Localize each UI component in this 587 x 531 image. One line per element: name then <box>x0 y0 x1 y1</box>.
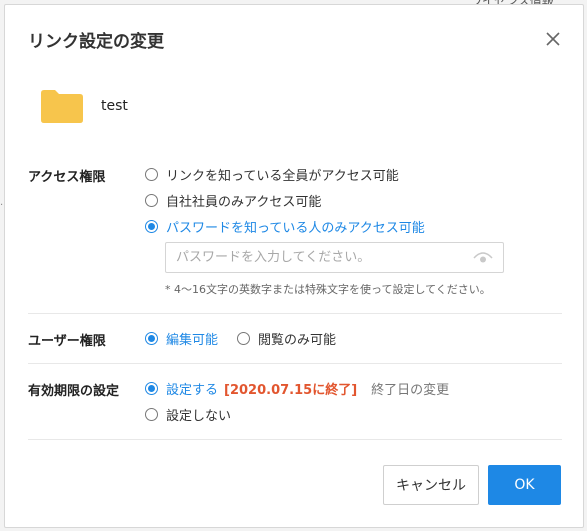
expiry-option-label: 設定しない <box>166 409 232 424</box>
user-option-edit[interactable]: 編集可能 <box>145 329 218 348</box>
access-option-company[interactable]: 自社社員のみアクセス可能 <box>145 191 321 210</box>
access-option-label: 自社社員のみアクセス可能 <box>166 195 322 210</box>
file-name: test <box>101 98 128 114</box>
password-input[interactable] <box>166 243 456 272</box>
radio-selected-icon[interactable] <box>145 332 158 345</box>
end-date: [2020.07.15に終了] <box>224 383 358 398</box>
divider <box>28 439 562 440</box>
radio-icon[interactable] <box>145 408 158 421</box>
radio-icon[interactable] <box>145 168 158 181</box>
access-option-label: リンクを知っている全員がアクセス可能 <box>166 169 399 184</box>
link-settings-dialog: リンク設定の変更 test アクセス権限 リンクを知っている全員がアクセス可能 … <box>4 4 584 528</box>
expiry-label: 有効期限の設定 <box>28 384 120 399</box>
user-option-view[interactable]: 閲覧のみ可能 <box>237 329 336 348</box>
cancel-button[interactable]: キャンセル <box>383 465 479 505</box>
background-marker: · <box>0 200 4 211</box>
radio-selected-icon[interactable] <box>145 382 158 395</box>
access-option-label: パスワードを知っている人のみアクセス可能 <box>166 221 425 236</box>
user-option-label: 閲覧のみ可能 <box>258 333 337 348</box>
expiry-option-set[interactable]: 設定する [2020.07.15に終了] 終了日の変更 <box>145 379 449 398</box>
radio-icon[interactable] <box>145 194 158 207</box>
access-option-anyone[interactable]: リンクを知っている全員がアクセス可能 <box>145 165 399 184</box>
access-option-password[interactable]: パスワードを知っている人のみアクセス可能 <box>145 217 425 236</box>
user-permission-label: ユーザー権限 <box>28 334 106 349</box>
dialog-title: リンク設定の変更 <box>28 32 164 52</box>
divider <box>28 313 562 314</box>
user-option-label: 編集可能 <box>166 333 219 348</box>
divider <box>28 363 562 364</box>
eye-icon[interactable] <box>473 251 493 265</box>
folder-icon <box>41 90 83 123</box>
ok-button[interactable]: OK <box>488 465 561 505</box>
radio-selected-icon[interactable] <box>145 220 158 233</box>
change-end-date-link[interactable]: 終了日の変更 <box>371 379 449 398</box>
radio-icon[interactable] <box>237 332 250 345</box>
password-field[interactable] <box>165 242 504 273</box>
password-hint: * 4〜16文字の英数字または特殊文字を使って設定してください。 <box>165 283 491 296</box>
expiry-option-none[interactable]: 設定しない <box>145 405 231 424</box>
access-label: アクセス権限 <box>28 170 106 185</box>
close-icon[interactable] <box>543 29 563 49</box>
expiry-option-label: 設定する <box>166 383 219 398</box>
